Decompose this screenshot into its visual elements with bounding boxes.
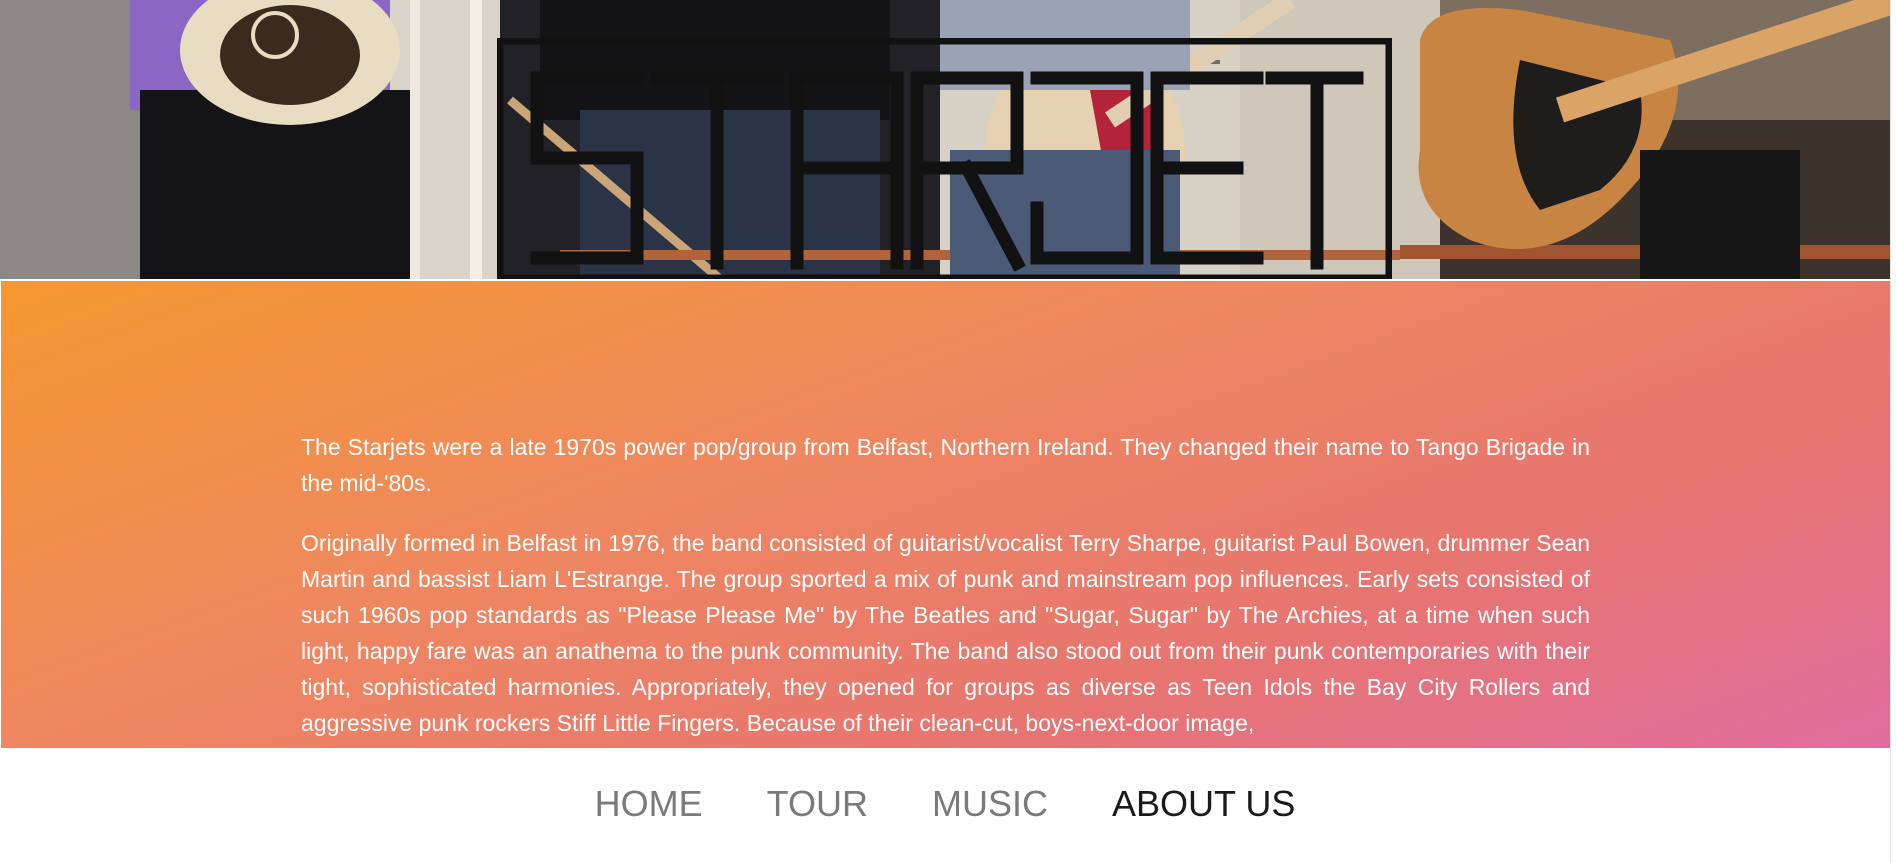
nav-list: HOME TOUR MUSIC ABOUT US [0,781,1890,827]
nav-item-music[interactable]: MUSIC [900,781,1080,827]
bottom-nav: HOME TOUR MUSIC ABOUT US [0,748,1890,863]
hero-banner [0,0,1896,279]
nav-item-about-us[interactable]: ABOUT US [1080,781,1327,827]
about-text: The Starjets were a late 1970s power pop… [301,429,1590,748]
nav-item-home[interactable]: HOME [563,781,735,827]
about-paragraph-1: The Starjets were a late 1970s power pop… [301,434,1590,496]
nav-item-tour[interactable]: TOUR [735,781,900,827]
scrollbar-edge [1890,0,1896,863]
band-logo-image [497,38,1392,279]
about-paragraph-2: Originally formed in Belfast in 1976, th… [301,530,1590,736]
page: The Starjets were a late 1970s power pop… [0,0,1896,863]
about-section: The Starjets were a late 1970s power pop… [1,281,1890,748]
